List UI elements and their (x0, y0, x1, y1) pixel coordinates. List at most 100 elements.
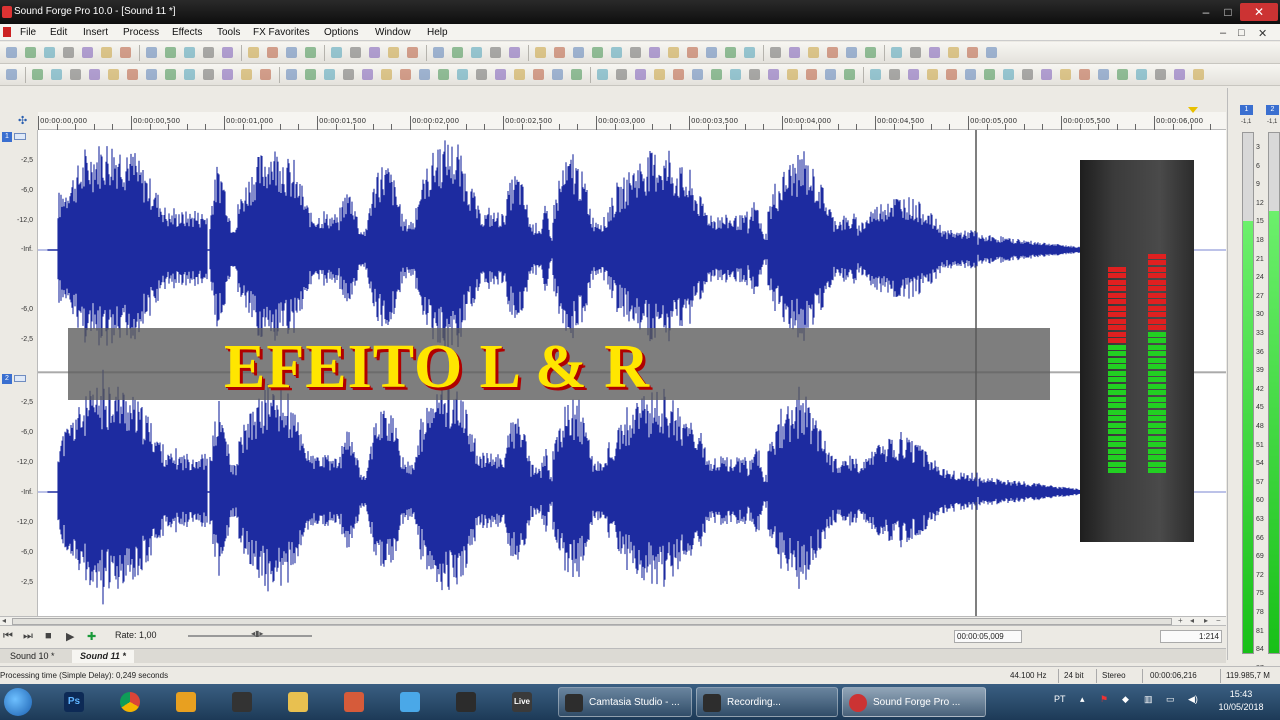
menu-edit[interactable]: Edit (50, 27, 67, 38)
tb2-tool-icon[interactable] (474, 67, 489, 82)
tb2-tool-icon[interactable] (785, 67, 800, 82)
tb2-tool-icon[interactable] (747, 67, 762, 82)
system-clock[interactable]: 15:43 10/05/2018 (1218, 688, 1264, 714)
settings-gear-icon[interactable]: ✣ (18, 114, 27, 127)
tb2-tool-icon[interactable] (4, 67, 19, 82)
tb2-tool-icon[interactable] (709, 67, 724, 82)
tb2-tool-icon[interactable] (906, 67, 921, 82)
tb2-tool-icon[interactable] (925, 67, 940, 82)
tb1-tool-icon[interactable] (965, 45, 980, 60)
tb2-tool-icon[interactable] (766, 67, 781, 82)
tb1-tool-icon[interactable] (768, 45, 783, 60)
end-marker-icon[interactable] (1188, 107, 1198, 113)
menu-process[interactable]: Process (123, 27, 159, 38)
tb1-tool-icon[interactable] (4, 45, 19, 60)
doc-minimize-button[interactable]: – (1220, 27, 1226, 39)
tb2-tool-icon[interactable] (87, 67, 102, 82)
tray-app-icon[interactable]: ◆ (1122, 694, 1129, 705)
tb2-tool-icon[interactable] (163, 67, 178, 82)
status-sample-rate[interactable]: 44.100 Hz (1010, 671, 1046, 680)
tb1-tool-icon[interactable] (431, 45, 446, 60)
scroll-next-icon[interactable]: ▸ (1204, 616, 1208, 625)
tool-taskbar-icon[interactable] (336, 687, 372, 717)
tb2-tool-icon[interactable] (49, 67, 64, 82)
tb2-tool-icon[interactable] (1115, 67, 1130, 82)
tab-sound-11[interactable]: Sound 11 * (72, 650, 134, 663)
waveform-channel-1[interactable] (47, 140, 1081, 351)
tb1-tool-icon[interactable] (647, 45, 662, 60)
tb1-tool-icon[interactable] (246, 45, 261, 60)
tb2-tool-icon[interactable] (868, 67, 883, 82)
tb2-tool-icon[interactable] (1039, 67, 1054, 82)
media-taskbar-icon[interactable] (168, 687, 204, 717)
document-icon[interactable] (3, 27, 11, 37)
peak-readout[interactable]: -1,1 (1241, 119, 1251, 125)
tb1-tool-icon[interactable] (552, 45, 567, 60)
tb2-tool-icon[interactable] (68, 67, 83, 82)
tb2-tool-icon[interactable] (201, 67, 216, 82)
rate-slider-knob[interactable]: ◂▮▸ (251, 629, 271, 641)
tb1-tool-icon[interactable] (450, 45, 465, 60)
rate-slider[interactable] (188, 635, 312, 637)
zoom-in-icon[interactable]: + (1178, 616, 1183, 625)
tb1-tool-icon[interactable] (118, 45, 133, 60)
channel-2-badge[interactable]: 2 (2, 374, 12, 384)
peak-readout[interactable]: -1,1 (1267, 119, 1277, 125)
tb2-tool-icon[interactable] (550, 67, 565, 82)
task-sound-forge[interactable]: Sound Forge Pro ... (842, 687, 986, 717)
tb1-tool-icon[interactable] (742, 45, 757, 60)
start-button[interactable] (4, 688, 32, 716)
tb2-tool-icon[interactable] (239, 67, 254, 82)
zoom-ratio-field[interactable]: 1:214 (1160, 630, 1222, 643)
tb2-tool-icon[interactable] (842, 67, 857, 82)
menu-fx-favorites[interactable]: FX Favorites (253, 27, 310, 38)
scroll-left-icon[interactable]: ◂ (2, 616, 6, 625)
tb2-tool-icon[interactable] (1134, 67, 1149, 82)
tb1-tool-icon[interactable] (984, 45, 999, 60)
meter-channel-2-badge[interactable]: 2 (1266, 105, 1279, 115)
tb2-tool-icon[interactable] (455, 67, 470, 82)
camera-taskbar-icon[interactable] (448, 687, 484, 717)
explorer-taskbar-icon[interactable] (280, 687, 316, 717)
tb2-tool-icon[interactable] (493, 67, 508, 82)
tb1-tool-icon[interactable] (367, 45, 382, 60)
tb1-tool-icon[interactable] (927, 45, 942, 60)
tb2-tool-icon[interactable] (258, 67, 273, 82)
tb1-tool-icon[interactable] (946, 45, 961, 60)
status-bit-depth[interactable]: 24 bit (1064, 671, 1084, 680)
tb1-tool-icon[interactable] (386, 45, 401, 60)
tb1-tool-icon[interactable] (825, 45, 840, 60)
photoshop-taskbar-icon[interactable]: Ps (56, 687, 92, 717)
tb1-tool-icon[interactable] (609, 45, 624, 60)
tb1-tool-icon[interactable] (405, 45, 420, 60)
tb1-tool-icon[interactable] (265, 45, 280, 60)
tb1-tool-icon[interactable] (889, 45, 904, 60)
tb1-tool-icon[interactable] (182, 45, 197, 60)
tb2-tool-icon[interactable] (671, 67, 686, 82)
menu-tools[interactable]: Tools (217, 27, 240, 38)
meter-channel-1-badge[interactable]: 1 (1240, 105, 1253, 115)
tb2-tool-icon[interactable] (1096, 67, 1111, 82)
doc-close-button[interactable]: ✕ (1258, 27, 1267, 40)
cursor-position-field[interactable]: 00:00:05,009 (954, 630, 1022, 643)
waveform-channel-2[interactable] (47, 369, 1081, 605)
tb1-tool-icon[interactable] (23, 45, 38, 60)
tb1-tool-icon[interactable] (61, 45, 76, 60)
menu-effects[interactable]: Effects (172, 27, 202, 38)
chrome-taskbar-icon[interactable] (112, 687, 148, 717)
tb2-tool-icon[interactable] (144, 67, 159, 82)
menu-options[interactable]: Options (324, 27, 358, 38)
tb1-tool-icon[interactable] (863, 45, 878, 60)
tb1-tool-icon[interactable] (908, 45, 923, 60)
time-ruler[interactable]: 00:00:00,000 00:00:00,500 00:00:01,000 00:0… (38, 107, 1230, 130)
tb2-tool-icon[interactable] (804, 67, 819, 82)
tray-battery-icon[interactable]: ▭ (1166, 694, 1175, 705)
tb2-tool-icon[interactable] (379, 67, 394, 82)
tb1-tool-icon[interactable] (99, 45, 114, 60)
task-camtasia[interactable]: Camtasia Studio - ... (558, 687, 692, 717)
tb2-tool-icon[interactable] (982, 67, 997, 82)
tb1-tool-icon[interactable] (329, 45, 344, 60)
tb2-tool-icon[interactable] (569, 67, 584, 82)
live-taskbar-icon[interactable]: Live (504, 687, 540, 717)
tb1-tool-icon[interactable] (348, 45, 363, 60)
